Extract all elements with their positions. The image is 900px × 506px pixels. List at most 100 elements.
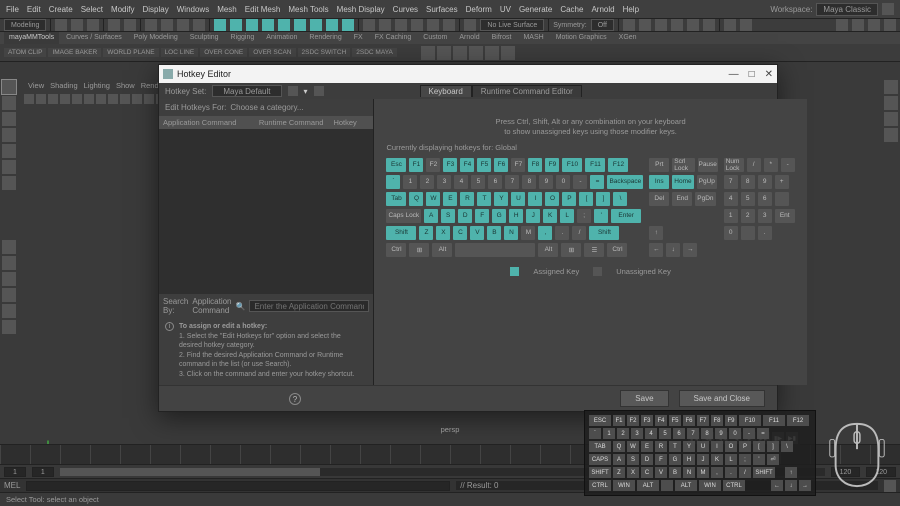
menu-item[interactable]: Display [143, 5, 169, 14]
menu-item[interactable]: UV [500, 5, 511, 14]
key-T[interactable]: T [477, 192, 491, 206]
key-5[interactable]: 5 [471, 175, 485, 189]
vp-menu[interactable]: Lighting [84, 81, 110, 90]
shelf-tab[interactable]: FX [349, 32, 368, 44]
save-close-button[interactable]: Save and Close [679, 390, 765, 407]
shelf-icon[interactable] [421, 46, 435, 60]
key-←[interactable]: ← [649, 243, 663, 257]
key-F4[interactable]: F4 [460, 158, 474, 172]
minimize-icon[interactable]: — [729, 69, 739, 80]
layout-icon[interactable] [2, 304, 16, 318]
key-→[interactable]: → [683, 243, 697, 257]
key-2[interactable]: 2 [741, 209, 755, 223]
key-Alt[interactable]: Alt [432, 243, 452, 257]
key-N[interactable]: N [504, 226, 518, 240]
shelf-tab[interactable]: Animation [261, 32, 302, 44]
vp-tool-icon[interactable] [120, 94, 130, 104]
key-Num Lock[interactable]: Num Lock [724, 158, 744, 172]
key-+[interactable]: + [775, 175, 789, 189]
save-button[interactable]: Save [620, 390, 668, 407]
key-L[interactable]: L [560, 209, 574, 223]
key-`[interactable]: ` [386, 175, 400, 189]
vp-tool-icon[interactable] [36, 94, 46, 104]
mask-icon[interactable] [278, 19, 290, 31]
tool-settings-icon[interactable] [884, 112, 898, 126]
key-A[interactable]: A [424, 209, 438, 223]
key-Caps Lock[interactable]: Caps Lock [386, 209, 421, 223]
mask-icon[interactable] [246, 19, 258, 31]
key-☰[interactable]: ☰ [584, 243, 604, 257]
vp-tool-icon[interactable] [24, 94, 34, 104]
shelf-button[interactable]: 2SDC MAYA [352, 48, 397, 57]
key-B[interactable]: B [487, 226, 501, 240]
key-Home[interactable]: Home [672, 175, 693, 189]
render-icon[interactable] [703, 19, 715, 31]
key-=[interactable]: = [590, 175, 604, 189]
shelf-tab[interactable]: Poly Modeling [129, 32, 183, 44]
key-Ctrl[interactable]: Ctrl [386, 243, 406, 257]
mask-icon[interactable] [342, 19, 354, 31]
key-F7[interactable]: F7 [511, 158, 525, 172]
render-icon[interactable] [655, 19, 667, 31]
menu-item[interactable]: Mesh Tools [288, 5, 328, 14]
render-icon[interactable] [623, 19, 635, 31]
menu-item[interactable]: Edit [27, 5, 41, 14]
menu-item[interactable]: File [6, 5, 19, 14]
key-↓[interactable]: ↓ [666, 243, 680, 257]
menu-item[interactable]: Curves [393, 5, 418, 14]
sel-mode-icon[interactable] [177, 19, 189, 31]
shelf-tab[interactable]: XGen [614, 32, 642, 44]
key-Y[interactable]: Y [494, 192, 508, 206]
menu-item[interactable]: Arnold [591, 5, 614, 14]
sel-mode-icon[interactable] [145, 19, 157, 31]
key-F1[interactable]: F1 [409, 158, 423, 172]
magnet-icon[interactable] [464, 19, 476, 31]
maximize-icon[interactable]: □ [749, 69, 755, 80]
shelf-button[interactable]: LOC LINE [161, 48, 199, 57]
key-;[interactable]: ; [577, 209, 591, 223]
shelf-tab[interactable]: FX Caching [370, 32, 417, 44]
render-icon[interactable] [671, 19, 683, 31]
mask-icon[interactable] [294, 19, 306, 31]
key-Backspace[interactable]: Backspace [607, 175, 643, 189]
help-icon[interactable]: ? [289, 393, 301, 405]
window-titlebar[interactable]: Hotkey Editor — □ ✕ [159, 65, 777, 83]
shelf-icon[interactable] [501, 46, 515, 60]
attribute-editor-icon[interactable] [884, 96, 898, 110]
key-7[interactable]: 7 [505, 175, 519, 189]
shelf-tab[interactable]: Rigging [226, 32, 260, 44]
shelf-tab[interactable]: Rendering [304, 32, 346, 44]
menu-item[interactable]: Generate [519, 5, 552, 14]
key-PgUp[interactable]: PgUp [697, 175, 717, 189]
key-S[interactable]: S [441, 209, 455, 223]
snap-icon[interactable] [395, 19, 407, 31]
key-G[interactable]: G [492, 209, 506, 223]
key-Z[interactable]: Z [419, 226, 433, 240]
key-F[interactable]: F [475, 209, 489, 223]
key-F10[interactable]: F10 [562, 158, 582, 172]
menu-item[interactable]: Surfaces [426, 5, 458, 14]
key-D[interactable]: D [458, 209, 472, 223]
shelf-button[interactable]: OVER CONE [200, 48, 247, 57]
key-Ctrl[interactable]: Ctrl [607, 243, 627, 257]
key-'[interactable]: ' [594, 209, 608, 223]
key-W[interactable]: W [426, 192, 440, 206]
key-K[interactable]: K [543, 209, 557, 223]
key-P[interactable]: P [562, 192, 576, 206]
mask-icon[interactable] [310, 19, 322, 31]
key--[interactable]: - [573, 175, 587, 189]
col-hotkey[interactable]: Hotkey [333, 118, 369, 127]
key-E[interactable]: E [443, 192, 457, 206]
key-F6[interactable]: F6 [494, 158, 508, 172]
vp-tool-icon[interactable] [60, 94, 70, 104]
snap-icon[interactable] [443, 19, 455, 31]
range-start[interactable]: 1 [32, 467, 54, 477]
category-dropdown[interactable]: Choose a category... [230, 103, 367, 112]
menu-item[interactable]: Windows [177, 5, 209, 14]
panel-layout-icon[interactable] [724, 19, 736, 31]
command-list[interactable] [159, 129, 373, 294]
key-2[interactable]: 2 [420, 175, 434, 189]
shelf-button[interactable]: ATOM CLIP [4, 48, 46, 57]
key-Shift[interactable]: Shift [386, 226, 416, 240]
paint-select-tool-icon[interactable] [2, 112, 16, 126]
